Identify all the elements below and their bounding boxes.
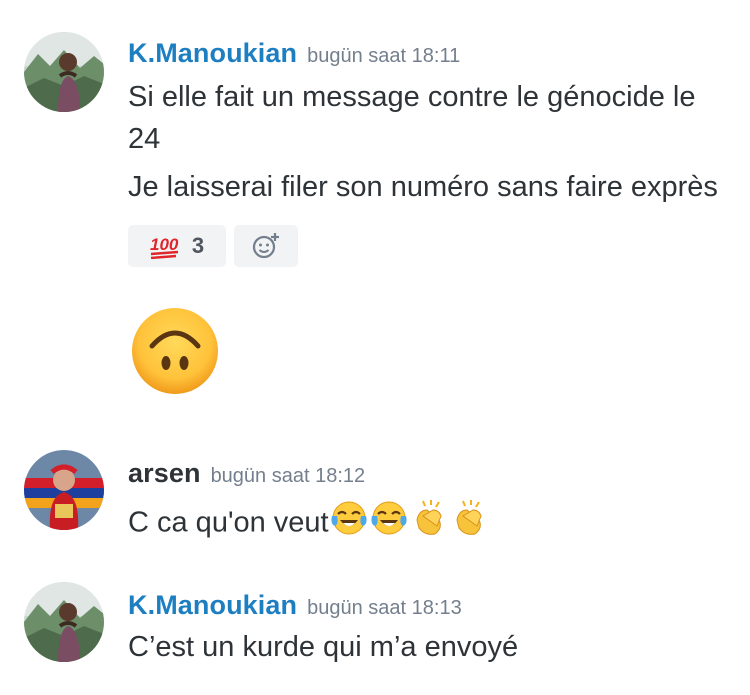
reaction-hundred[interactable]: 100 3 bbox=[128, 225, 226, 267]
hundred-points-icon: 100 bbox=[150, 235, 179, 259]
avatar[interactable] bbox=[24, 32, 104, 112]
avatar[interactable] bbox=[24, 582, 104, 662]
clapping-hands-icon bbox=[449, 498, 489, 550]
add-reaction-button[interactable] bbox=[234, 225, 298, 267]
clapping-hands-icon bbox=[409, 498, 449, 550]
message-text: Si elle fait un message contre le génoci… bbox=[128, 81, 696, 155]
tears-of-joy-icon bbox=[369, 498, 409, 550]
avatar-photo-icon bbox=[24, 582, 104, 662]
username[interactable]: arsen bbox=[128, 458, 201, 488]
tears-of-joy-icon bbox=[329, 498, 369, 550]
reaction-count: 3 bbox=[191, 233, 205, 258]
username[interactable]: K.Manoukian bbox=[128, 38, 297, 68]
message-body: C ca qu'on veut bbox=[128, 498, 728, 550]
avatar-photo-icon bbox=[24, 32, 104, 112]
timestamp: bugün saat 18:12 bbox=[210, 465, 366, 487]
big-emoji bbox=[130, 306, 220, 401]
timestamp: bugün saat 18:11 bbox=[307, 45, 461, 67]
timestamp: bugün saat 18:13 bbox=[307, 597, 462, 619]
username[interactable]: K.Manoukian bbox=[128, 590, 297, 620]
upside-down-face-icon bbox=[132, 308, 218, 394]
avatar-photo-icon bbox=[24, 450, 104, 530]
add-reaction-icon bbox=[252, 233, 279, 259]
avatar[interactable] bbox=[24, 450, 104, 530]
message-text: C’est un kurde qui m’a envoyé bbox=[128, 631, 519, 663]
message-text: C ca qu'on veut bbox=[128, 506, 329, 539]
message-text: Je laisserai filer son numéro sans faire… bbox=[128, 171, 718, 203]
